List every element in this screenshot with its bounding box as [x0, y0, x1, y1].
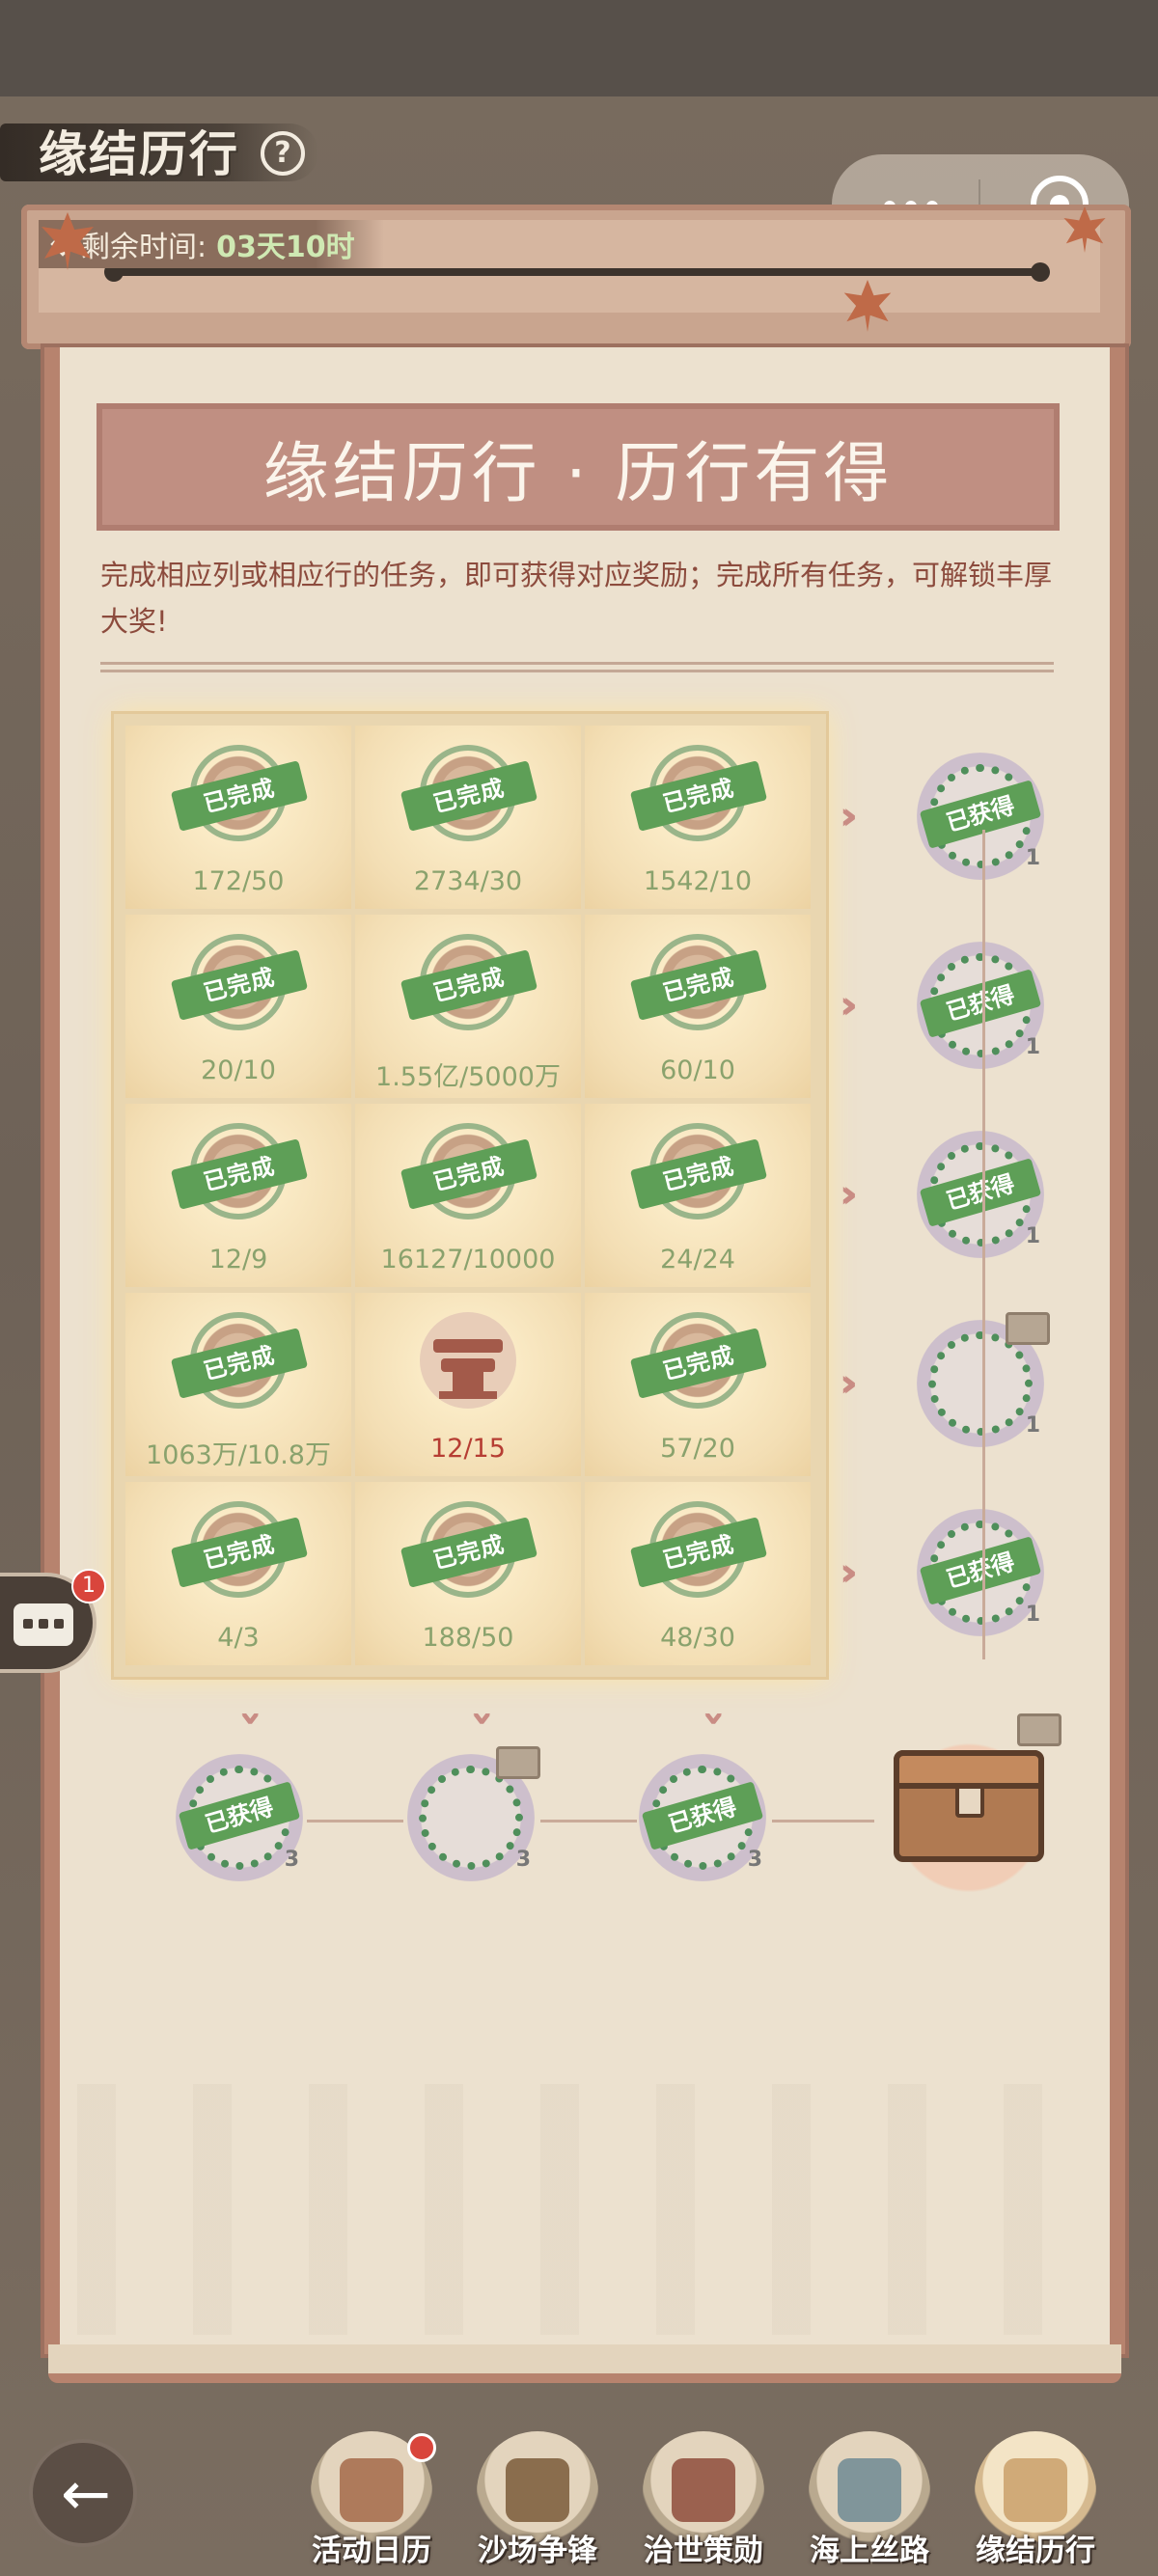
reward-count: 3 — [284, 1848, 299, 1872]
task-progress: 20/10 — [201, 1055, 276, 1085]
red-dot-badge — [407, 2433, 436, 2462]
side-chat-button[interactable]: 1 — [0, 1569, 106, 1673]
row-reward[interactable]: 1 — [917, 1312, 1050, 1447]
reward-connector — [982, 830, 985, 1659]
nav-label: 海上丝路 — [810, 2534, 929, 2568]
nav-item[interactable]: 活动日历 — [299, 2431, 444, 2576]
tag-icon — [1006, 1312, 1050, 1345]
tag-icon — [496, 1746, 540, 1779]
task-cell[interactable]: 已完成 16127/10000 — [355, 1104, 581, 1287]
row-reward[interactable]: 已获得 1 — [917, 1131, 1044, 1258]
double-arrow-down-icon: ›› — [231, 1710, 273, 1713]
task-cell[interactable]: 12/15 — [355, 1293, 581, 1476]
double-arrow-down-icon: ›› — [462, 1710, 505, 1713]
nav-label: 治世策勋 — [644, 2534, 763, 2568]
task-cell[interactable]: 已完成 1542/10 — [585, 726, 811, 909]
task-progress: 1063万/10.8万 — [146, 1440, 331, 1470]
row-reward[interactable]: 已获得 1 — [917, 1509, 1044, 1636]
task-cell[interactable]: 已完成 2734/30 — [355, 726, 581, 909]
task-cell[interactable]: 已完成 188/50 — [355, 1482, 581, 1665]
task-progress: 4/3 — [217, 1623, 260, 1653]
back-arrow-icon: ← — [61, 2458, 111, 2529]
nav-label: 缘结历行 — [976, 2534, 1095, 2568]
task-progress: 2734/30 — [413, 866, 523, 896]
task-progress: 16127/10000 — [380, 1245, 556, 1274]
nav-item[interactable]: 沙场争锋 — [465, 2431, 610, 2576]
double-arrow-right-icon: ›› — [840, 983, 858, 1028]
task-progress: 48/30 — [660, 1623, 735, 1653]
treasure-chest-icon — [894, 1750, 1044, 1862]
nav-item[interactable]: 海上丝路 — [797, 2431, 942, 2576]
nav-item[interactable]: 缘结历行 — [963, 2431, 1108, 2576]
event-description: 完成相应列或相应行的任务，即可获得对应奖励；完成所有任务，可解锁丰厚大奖! — [100, 559, 1053, 638]
task-cell[interactable]: 已完成 1.55亿/5000万 — [355, 915, 581, 1098]
double-arrow-right-icon: ›› — [840, 1361, 858, 1406]
double-arrow-right-icon: ›› — [840, 794, 858, 838]
timer-rail — [104, 262, 1050, 282]
double-arrow-right-icon: ›› — [840, 1172, 858, 1217]
paper-watermark — [77, 2084, 1090, 2335]
chat-bubble-icon — [14, 1603, 73, 1646]
page-title: 缘结历行 — [39, 125, 239, 182]
task-progress: 188/50 — [422, 1623, 514, 1653]
task-progress: 172/50 — [192, 866, 285, 896]
event-title: 缘结历行 · 历行有得 — [262, 435, 894, 512]
nav-label: 活动日历 — [312, 2534, 431, 2568]
task-cell[interactable]: 已完成 172/50 — [125, 726, 351, 909]
task-cell[interactable]: 已完成 4/3 — [125, 1482, 351, 1665]
column-reward[interactable]: 已获得 3 — [176, 1754, 303, 1881]
task-cell[interactable]: 已完成 1063万/10.8万 — [125, 1293, 351, 1476]
column-reward[interactable]: 3 — [407, 1746, 540, 1881]
reward-count: 1 — [1025, 846, 1040, 870]
notification-badge: 1 — [71, 1569, 106, 1603]
status-strip — [0, 0, 1158, 96]
task-progress: 12/9 — [208, 1245, 268, 1274]
column-reward[interactable]: 已获得 3 — [639, 1754, 766, 1881]
task-progress: 24/24 — [660, 1245, 735, 1274]
task-progress: 12/15 — [430, 1434, 506, 1464]
double-arrow-right-icon: ›› — [840, 1550, 858, 1595]
task-progress: 1.55亿/5000万 — [375, 1062, 561, 1092]
scroll-bottom-edge — [48, 2344, 1121, 2383]
jade-bracelet-icon — [928, 1331, 1033, 1436]
reward-count: 1 — [1025, 1224, 1040, 1248]
reward-count: 1 — [1025, 1603, 1040, 1627]
remaining-time: 剩余时间: 03天10时 — [39, 220, 384, 268]
task-cell[interactable]: 已完成 24/24 — [585, 1104, 811, 1287]
task-cell[interactable]: 已完成 20/10 — [125, 915, 351, 1098]
reward-count: 3 — [515, 1848, 531, 1872]
row-reward[interactable]: 已获得 1 — [917, 753, 1044, 880]
jade-bracelet-icon — [419, 1766, 523, 1870]
divider — [100, 670, 1054, 672]
nav-label: 沙场争锋 — [478, 2534, 597, 2568]
back-button[interactable]: ← — [29, 2439, 137, 2547]
nav-item[interactable]: 治世策勋 — [631, 2431, 776, 2576]
task-progress: 57/20 — [660, 1434, 735, 1464]
row-reward[interactable]: 已获得 1 — [917, 942, 1044, 1069]
help-icon[interactable]: ? — [261, 131, 305, 176]
reward-connector — [772, 1820, 874, 1822]
task-cell[interactable]: 已完成 57/20 — [585, 1293, 811, 1476]
grand-prize-chest[interactable] — [872, 1712, 1065, 1905]
remaining-time-label: 剩余时间: — [81, 231, 207, 264]
reward-connector — [540, 1820, 637, 1822]
task-progress: 60/10 — [660, 1055, 735, 1085]
task-cell[interactable]: 已完成 60/10 — [585, 915, 811, 1098]
task-progress: 1542/10 — [643, 866, 753, 896]
reward-connector — [307, 1820, 403, 1822]
pagoda-icon — [420, 1312, 516, 1409]
reward-count: 1 — [1025, 1413, 1040, 1438]
reward-count: 1 — [1025, 1035, 1040, 1059]
tag-icon — [1017, 1713, 1062, 1746]
remaining-time-value: 03天10时 — [216, 231, 355, 264]
event-title-banner: 缘结历行 · 历行有得 — [96, 403, 1060, 531]
task-cell[interactable]: 已完成 12/9 — [125, 1104, 351, 1287]
task-cell[interactable]: 已完成 48/30 — [585, 1482, 811, 1665]
reward-count: 3 — [747, 1848, 762, 1872]
divider — [100, 662, 1054, 665]
double-arrow-down-icon: ›› — [694, 1710, 736, 1713]
